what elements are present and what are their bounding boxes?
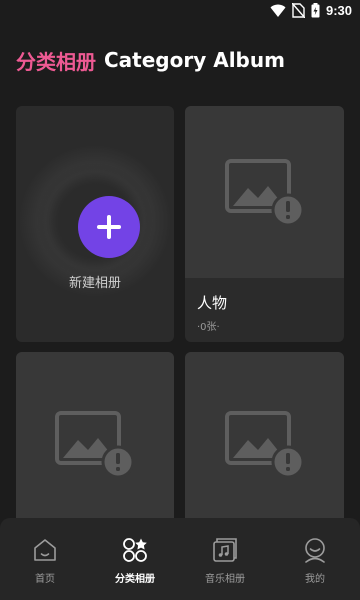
image-error-icon [224, 159, 304, 226]
status-bar: 9:30 [0, 0, 360, 24]
new-album-label: 新建相册 [68, 276, 121, 291]
page-title-chinese: 分类相册 [16, 49, 96, 74]
image-error-icon [224, 411, 304, 478]
music-album-icon [213, 538, 237, 562]
new-album-card[interactable]: 新建相册 [16, 106, 174, 342]
album-cover [185, 106, 344, 278]
tab-category-album-label: 分类相册 [115, 574, 155, 585]
app-screen: 9:30 分类相册 Category Album 新建相册 人物 ·0张· 首页… [0, 0, 360, 600]
bottom-tab-bar: 首页 分类相册 音乐相册 我的 [0, 518, 360, 600]
profile-icon [305, 538, 325, 563]
status-time: 9:30 [325, 3, 352, 18]
tab-music-album[interactable]: 音乐相册 [180, 518, 270, 600]
tab-category-album[interactable]: 分类相册 [90, 518, 180, 600]
status-bar-right: 9:30 [270, 3, 352, 18]
add-album-button[interactable] [78, 196, 140, 258]
album-count: ·0张· [197, 322, 220, 333]
album-card-people[interactable]: 人物 ·0张· [185, 106, 344, 342]
tab-home[interactable]: 首页 [0, 518, 90, 600]
tab-profile[interactable]: 我的 [270, 518, 360, 600]
home-icon [34, 539, 56, 561]
page-title-english: Category Album [104, 48, 285, 72]
tab-profile-label: 我的 [305, 574, 325, 585]
image-error-icon [55, 411, 135, 478]
tab-home-label: 首页 [35, 574, 55, 585]
page-title: 分类相册 Category Album [16, 44, 285, 76]
album-name: 人物 [197, 294, 228, 312]
no-sim-icon [291, 3, 305, 18]
battery-icon [311, 3, 320, 18]
category-icon [123, 538, 147, 562]
wifi-icon [270, 4, 286, 17]
tab-music-album-label: 音乐相册 [205, 574, 245, 585]
